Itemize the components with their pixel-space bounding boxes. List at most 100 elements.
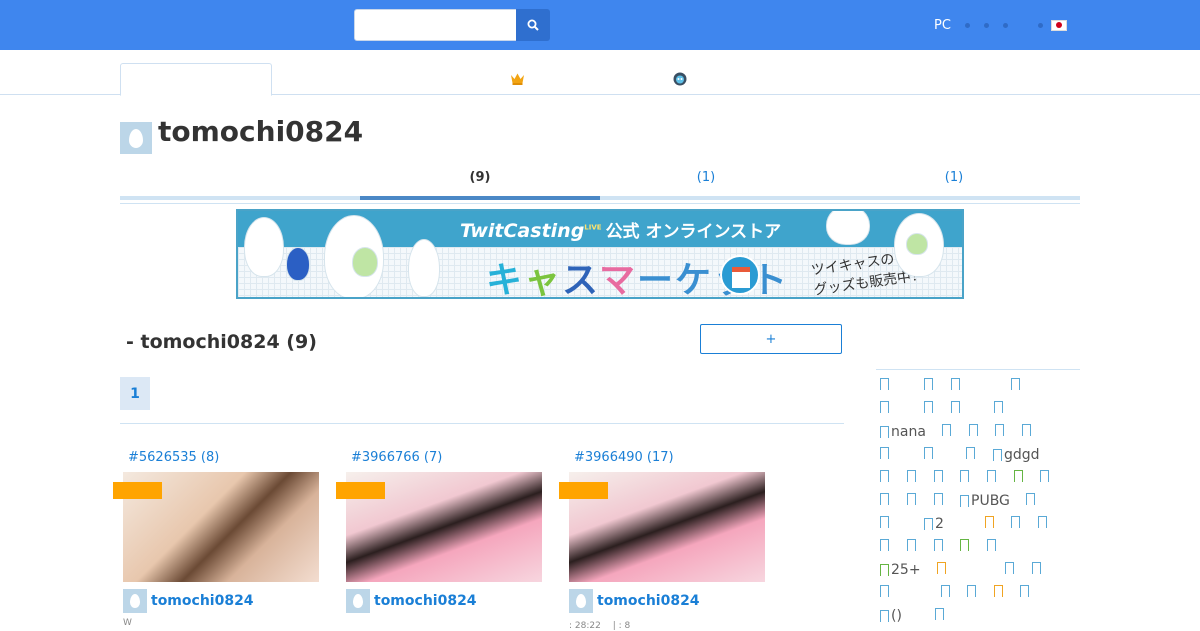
bookmark-icon	[934, 493, 943, 508]
tag-link[interactable]: 25+	[880, 562, 921, 579]
bookmark-icon	[942, 424, 951, 439]
tag-link[interactable]	[966, 447, 977, 462]
egg-icon	[130, 594, 140, 608]
movie-title[interactable]: #5626535 (8)	[128, 450, 219, 465]
tag-link[interactable]	[880, 585, 891, 600]
tag-link[interactable]	[960, 470, 971, 485]
tag-link[interactable]	[907, 470, 918, 485]
tag-link[interactable]	[880, 447, 891, 462]
pagination-page[interactable]: 1	[120, 377, 150, 410]
movie-title[interactable]: #3966766 (7)	[351, 450, 442, 465]
bookmark-icon	[1040, 470, 1049, 485]
tag-link[interactable]	[1011, 378, 1022, 393]
movie-owner[interactable]: tomochi0824	[123, 589, 254, 613]
tag-row: 2	[880, 516, 1080, 536]
tag-link[interactable]	[880, 493, 891, 508]
tag-label: nana	[891, 424, 926, 440]
user-avatar[interactable]	[120, 122, 152, 154]
bookmark-icon	[934, 470, 943, 485]
bookmark-icon	[1020, 585, 1029, 600]
menu-dot[interactable]	[1037, 22, 1043, 28]
tab-second[interactable]: (1)	[586, 170, 826, 185]
tag-link[interactable]	[1032, 562, 1043, 577]
japan-flag-icon[interactable]	[1050, 19, 1067, 31]
tag-link[interactable]	[1022, 424, 1033, 439]
tag-link[interactable]	[924, 447, 935, 462]
search-input[interactable]	[354, 9, 517, 41]
tag-row: gdgd	[880, 447, 1080, 467]
tag-link[interactable]	[967, 585, 978, 600]
tab-third[interactable]: (1)	[834, 170, 1074, 185]
tag-link[interactable]	[880, 401, 891, 416]
tag-link[interactable]	[880, 539, 891, 554]
tag-link[interactable]	[951, 378, 962, 393]
bookmark-icon	[966, 447, 975, 462]
tag-link[interactable]	[995, 424, 1006, 439]
tag-link[interactable]	[987, 539, 998, 554]
movie-title[interactable]: #3966490 (17)	[574, 450, 674, 465]
tag-row	[880, 401, 1080, 421]
tag-link[interactable]	[1005, 562, 1016, 577]
tag-link[interactable]	[935, 608, 946, 623]
menu-dot[interactable]	[964, 22, 970, 28]
bookmark-icon	[880, 426, 889, 441]
tag-link[interactable]	[1040, 470, 1051, 485]
menu-dot[interactable]	[983, 22, 989, 28]
page-title: tomochi0824	[158, 115, 364, 148]
tag-link[interactable]	[880, 516, 891, 531]
tag-link[interactable]	[924, 401, 935, 416]
tag-link[interactable]	[1026, 493, 1037, 508]
owner-name[interactable]: tomochi0824	[374, 593, 477, 609]
tag-link[interactable]	[934, 470, 945, 485]
tag-link[interactable]	[1014, 470, 1025, 485]
tag-link[interactable]	[924, 378, 935, 393]
tag-label: gdgd	[1004, 447, 1040, 463]
store-banner[interactable]: TwitCastingLIVE 公式 オンラインストア キャスマーケット ツイキャ…	[236, 209, 964, 299]
tag-link[interactable]: PUBG	[960, 493, 1010, 510]
pc-link[interactable]: PC	[934, 18, 951, 33]
bookmark-icon	[987, 539, 996, 554]
tag-link[interactable]: nana	[880, 424, 926, 441]
tag-link[interactable]	[934, 493, 945, 508]
tag-link[interactable]	[941, 585, 952, 600]
tag-link[interactable]	[969, 424, 980, 439]
robot-icon[interactable]	[673, 72, 687, 86]
search-button[interactable]	[516, 9, 550, 41]
tag-link[interactable]	[1011, 516, 1022, 531]
tag-link[interactable]	[951, 401, 962, 416]
tag-link[interactable]	[937, 562, 948, 577]
bookmark-icon	[969, 424, 978, 439]
tag-link[interactable]	[942, 424, 953, 439]
tag-link[interactable]	[907, 493, 918, 508]
tag-link[interactable]	[960, 539, 971, 554]
crown-icon[interactable]	[510, 72, 525, 85]
owner-name[interactable]: tomochi0824	[597, 593, 700, 609]
bookmark-icon	[985, 516, 994, 531]
tag-link[interactable]	[907, 539, 918, 554]
movie-owner[interactable]: tomochi0824	[569, 589, 700, 613]
tag-link[interactable]	[985, 516, 996, 531]
owner-name[interactable]: tomochi0824	[151, 593, 254, 609]
movie-card[interactable]: #3966490 (17) tomochi0824 : 28:22 | : 8	[559, 450, 786, 631]
movie-owner[interactable]: tomochi0824	[346, 589, 477, 613]
tag-link[interactable]	[934, 539, 945, 554]
menu-dot[interactable]	[1002, 22, 1008, 28]
tag-link[interactable]	[1020, 585, 1031, 600]
tag-link[interactable]	[880, 378, 891, 393]
tag-link[interactable]: gdgd	[993, 447, 1040, 464]
tag-link[interactable]	[994, 585, 1005, 600]
tag-link[interactable]	[1038, 516, 1049, 531]
nav-tab-active[interactable]	[120, 63, 272, 96]
tab-movies[interactable]: (9)	[360, 170, 600, 185]
tag-link[interactable]	[987, 470, 998, 485]
movie-card[interactable]: #3966766 (7) tomochi0824	[336, 450, 563, 630]
tag-link[interactable]	[880, 470, 891, 485]
movie-badge	[113, 482, 162, 499]
tag-link[interactable]: 2	[924, 516, 944, 533]
movie-card[interactable]: #5626535 (8) tomochi0824 W	[113, 450, 340, 630]
tag-link[interactable]: ()	[880, 608, 902, 625]
bookmark-icon	[967, 585, 976, 600]
add-button[interactable]: +	[700, 324, 842, 354]
tag-link[interactable]	[994, 401, 1005, 416]
bookmark-icon	[1022, 424, 1031, 439]
